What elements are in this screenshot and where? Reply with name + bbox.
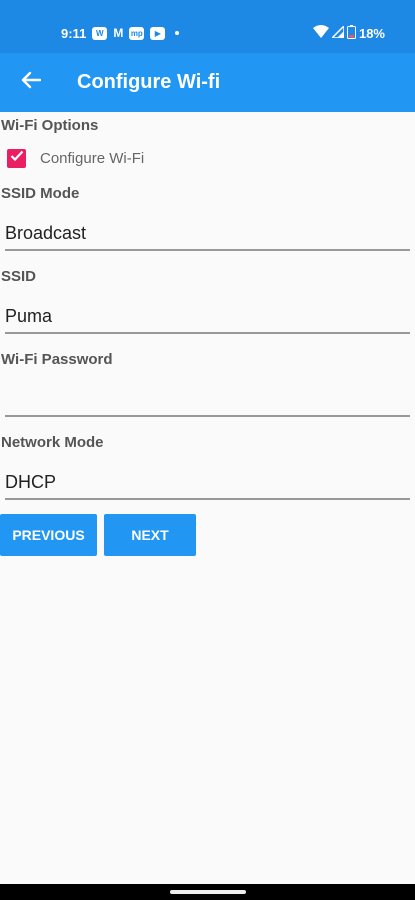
ssid-mode-field[interactable]: Broadcast [5, 215, 410, 251]
ssid-field[interactable]: Puma [5, 298, 410, 334]
next-button[interactable]: NEXT [104, 514, 196, 556]
home-gesture-handle[interactable] [170, 890, 246, 894]
network-mode-label: Network Mode [1, 434, 104, 451]
back-button[interactable] [14, 65, 48, 99]
wifi-password-label: Wi-Fi Password [1, 351, 113, 368]
system-nav-bar [0, 884, 415, 900]
status-time: 9:11 [61, 25, 87, 41]
cell-signal-icon [330, 23, 345, 41]
checkmark-icon [10, 149, 24, 167]
battery-icon [346, 24, 356, 42]
wifi-password-field[interactable] [5, 381, 410, 417]
ssid-mode-value: Broadcast [5, 223, 87, 243]
network-mode-field[interactable]: DHCP [5, 464, 410, 500]
notification-mp-icon: mp [129, 26, 145, 40]
ssid-label: SSID [1, 268, 37, 285]
configure-wifi-label: Configure Wi-Fi [40, 149, 145, 167]
network-mode-value: DHCP [5, 472, 57, 492]
notification-w-icon: W [92, 26, 108, 40]
battery-percent: 18% [358, 25, 385, 41]
status-right: 18% [312, 23, 385, 42]
status-left: 9:11 W M mp ▶ [61, 24, 180, 42]
configure-wifi-checkbox[interactable] [7, 148, 26, 168]
previous-button[interactable]: PREVIOUS [0, 514, 97, 556]
app-bar: Configure Wi-fi [0, 53, 415, 112]
configure-wifi-checkbox-row[interactable]: Configure Wi-Fi [7, 146, 144, 170]
wifi-signal-icon [312, 25, 329, 41]
ssid-value: Puma [5, 306, 53, 326]
ssid-mode-label: SSID Mode [1, 185, 80, 202]
status-bar: 9:11 W M mp ▶ 18% [0, 0, 415, 53]
wifi-options-label: Wi-Fi Options [1, 117, 99, 134]
gmail-icon: M [113, 26, 124, 40]
youtube-icon: ▶ [150, 26, 166, 40]
more-notifications-dot-icon [175, 31, 180, 35]
page-title: Configure Wi-fi [77, 71, 221, 93]
arrow-left-icon [21, 71, 42, 94]
